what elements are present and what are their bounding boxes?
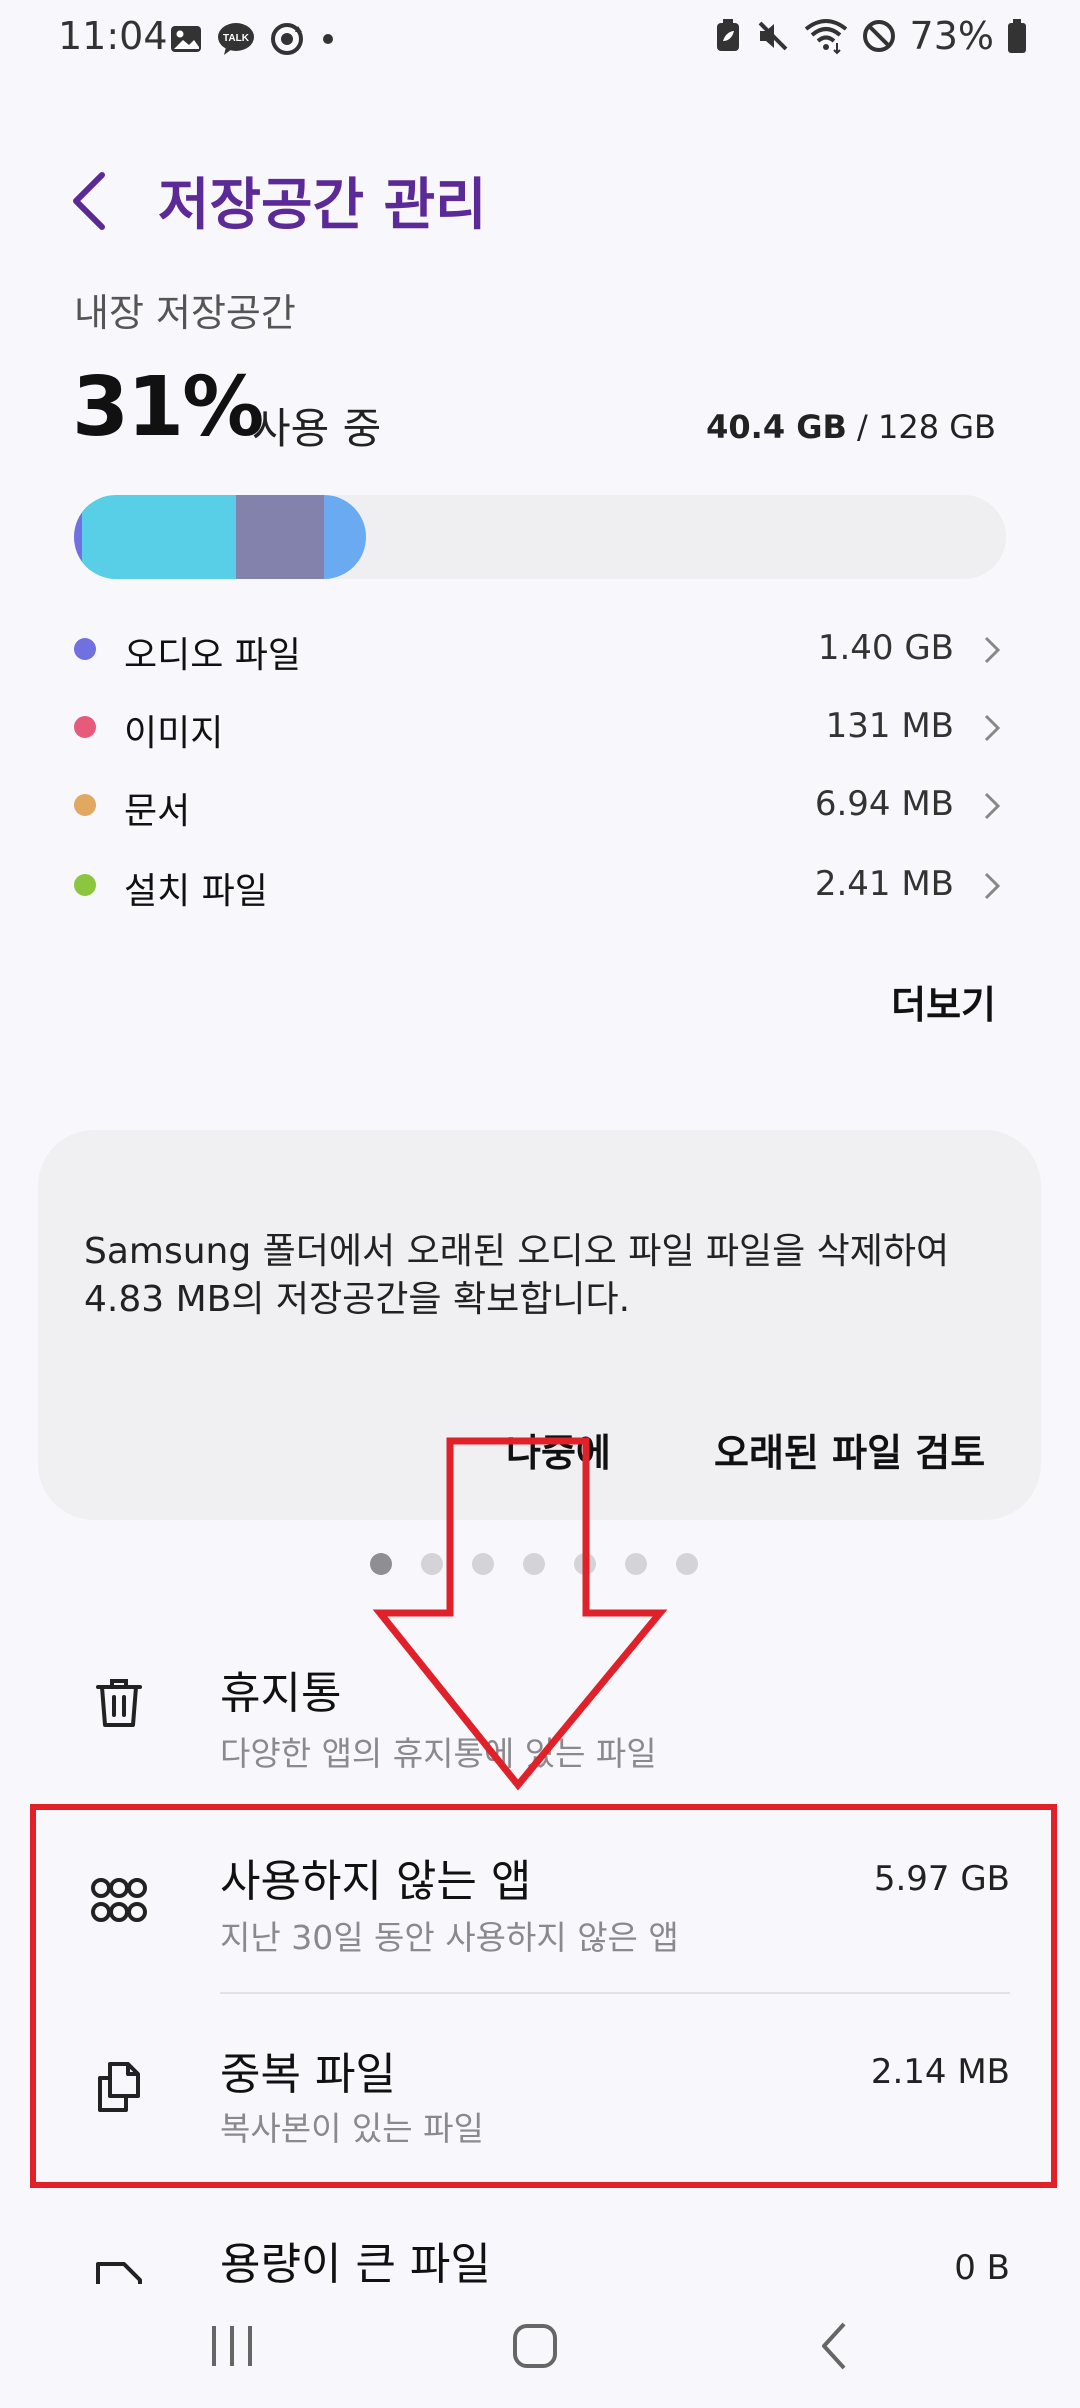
usage-suffix: 사용 중 xyxy=(252,404,382,453)
list-item-title: 용량이 큰 파일 xyxy=(220,2239,491,2284)
category-size: 6.94 MB xyxy=(814,784,954,824)
mute-icon xyxy=(758,21,787,51)
category-dot xyxy=(74,638,96,660)
back-icon[interactable] xyxy=(796,2314,876,2378)
back-button[interactable] xyxy=(62,165,118,237)
category-dot xyxy=(74,794,96,816)
battery-icon xyxy=(1008,19,1026,53)
status-system-icons: 73% xyxy=(714,14,1028,58)
recents-icon[interactable] xyxy=(192,2314,272,2378)
total-capacity: 128 GB xyxy=(878,408,996,446)
review-old-files-button[interactable]: 오래된 파일 검토 xyxy=(714,1422,985,1477)
kakaotalk-icon: TALK xyxy=(218,23,254,55)
usage-segment-tertiary xyxy=(324,495,366,579)
battery-percent: 73% xyxy=(909,14,994,58)
category-size: 131 MB xyxy=(825,706,954,746)
category-row-audio[interactable]: 오디오 파일 1.40 GB xyxy=(74,620,1004,680)
list-item-size: 0 B xyxy=(954,2248,1010,2284)
chevron-right-icon xyxy=(984,714,1001,742)
chevron-right-icon xyxy=(984,872,1001,900)
usage-segment-primary xyxy=(82,495,238,579)
category-size: 2.41 MB xyxy=(814,864,954,904)
storage-label: 내장 저장공간 xyxy=(74,291,296,335)
category-row-install[interactable]: 설치 파일 2.41 MB xyxy=(74,856,1004,916)
annotation-arrow-icon xyxy=(372,1437,668,1791)
svg-text:TALK: TALK xyxy=(223,33,250,44)
more-button[interactable]: 더보기 xyxy=(891,974,996,1029)
usage-segment-secondary xyxy=(236,495,324,579)
wifi-icon xyxy=(804,19,847,55)
category-size: 1.40 GB xyxy=(817,628,954,668)
capacity-text: 40.4 GB / 128 GB xyxy=(706,408,996,446)
capacity-separator: / xyxy=(846,408,878,446)
list-item-large-files[interactable]: 용량이 큰 파일 0 B xyxy=(0,2210,1080,2284)
category-row-document[interactable]: 문서 6.94 MB xyxy=(74,776,1004,836)
suggestion-message: Samsung 폴더에서 오래된 오디오 파일 파일을 삭제하여 4.83 MB… xyxy=(84,1231,950,1320)
category-dot xyxy=(74,874,96,896)
category-label: 문서 xyxy=(124,791,191,832)
category-row-image[interactable]: 이미지 131 MB xyxy=(74,698,1004,758)
category-dot xyxy=(74,716,96,738)
usage-percent: 31% xyxy=(72,360,264,455)
list-item-title: 휴지통 xyxy=(220,1668,342,1719)
status-notification-icons: TALK xyxy=(168,20,338,58)
navigation-bar xyxy=(0,2284,1080,2408)
large-file-icon xyxy=(96,2262,142,2284)
trash-icon xyxy=(96,1679,142,1727)
chevron-right-icon xyxy=(984,792,1001,820)
category-label: 오디오 파일 xyxy=(124,635,302,676)
media-sync-icon xyxy=(271,23,303,55)
battery-saver-icon xyxy=(716,19,739,51)
usage-bar xyxy=(74,495,1006,579)
used-capacity: 40.4 GB xyxy=(706,408,847,446)
category-label: 설치 파일 xyxy=(124,871,268,912)
annotation-highlight-box xyxy=(30,1804,1057,2188)
status-time: 11:04 xyxy=(58,14,168,58)
category-label: 이미지 xyxy=(124,713,224,754)
status-bar: 11:04 TALK 73% xyxy=(0,0,1080,80)
home-icon[interactable] xyxy=(495,2314,575,2378)
chevron-right-icon xyxy=(984,636,1001,664)
page-title: 저장공간 관리 xyxy=(158,173,487,238)
gallery-icon xyxy=(171,26,201,52)
dot-icon xyxy=(323,34,333,44)
pager-dot xyxy=(676,1553,698,1575)
do-not-disturb-icon xyxy=(862,20,895,52)
